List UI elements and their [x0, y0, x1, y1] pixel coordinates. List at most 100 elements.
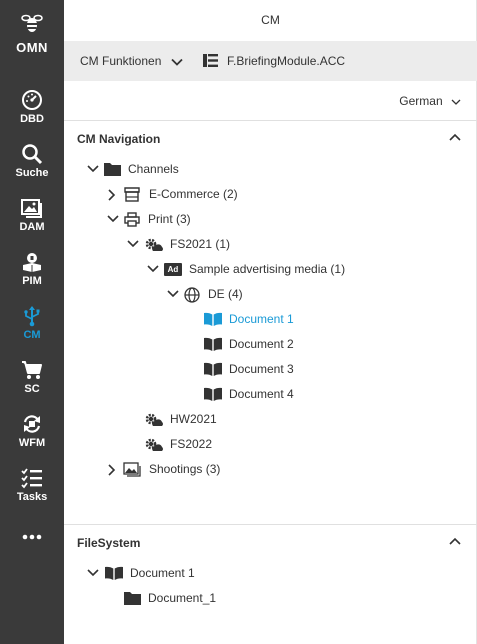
- tree-node-label: E-Commerce (2): [149, 187, 238, 201]
- chevron-up-icon[interactable]: [449, 133, 461, 141]
- chevron-down-icon[interactable]: [87, 568, 99, 578]
- tree-node-sample-advertising-media[interactable]: Ad Sample advertising media (1): [64, 257, 477, 282]
- tree-node-label: Shootings (3): [149, 462, 221, 476]
- sidebar-item-sc[interactable]: SC: [0, 359, 64, 395]
- chevron-down-icon[interactable]: [107, 214, 119, 224]
- sidebar-item-label: CM: [23, 329, 41, 341]
- bee-logo-icon: [21, 14, 43, 32]
- chevron-down-icon[interactable]: [87, 164, 99, 174]
- chevron-down-icon[interactable]: [127, 239, 139, 249]
- tree-node-label: Channels: [128, 162, 179, 176]
- sidebar-item-label: SC: [24, 383, 40, 395]
- gear-cloud-icon: [145, 413, 163, 426]
- checklist-icon: [21, 468, 42, 489]
- dashboard-gauge-icon: [22, 90, 42, 110]
- chevron-up-icon[interactable]: [449, 537, 461, 545]
- tree-node-hw2021[interactable]: HW2021: [64, 407, 477, 432]
- cm-functions-dropdown[interactable]: CM Funktionen: [80, 41, 183, 81]
- tree-node-label: Document 3: [229, 362, 294, 376]
- toolbar: CM Funktionen F.BriefingModule.ACC: [64, 41, 477, 81]
- tree-node-document-1[interactable]: Document 1: [64, 307, 477, 332]
- workflow-cycle-icon: [23, 415, 41, 433]
- folder-icon: [124, 592, 141, 605]
- sidebar-item-label: Tasks: [16, 491, 48, 503]
- more-dots-icon: [22, 534, 42, 540]
- language-row: German: [64, 81, 477, 121]
- printer-icon: [124, 212, 140, 227]
- sidebar-item-tasks[interactable]: Tasks: [0, 467, 64, 503]
- page-title: CM: [261, 13, 280, 27]
- tree-node-label: FS2022: [170, 437, 213, 451]
- tree-node-label: Document 1: [229, 312, 294, 326]
- book-open-icon: [105, 566, 123, 580]
- product-box-icon: [23, 253, 41, 272]
- book-open-icon: [204, 362, 222, 376]
- chevron-down-icon[interactable]: [167, 289, 179, 299]
- gear-cloud-icon: [145, 438, 163, 451]
- photo-gallery-icon: [123, 462, 141, 477]
- tree-node-ecommerce[interactable]: E-Commerce (2): [64, 182, 477, 207]
- sidebar-item-wfm[interactable]: WFM: [0, 413, 64, 449]
- tree-node-label: HW2021: [170, 412, 217, 426]
- chevron-down-icon: [171, 58, 183, 66]
- cm-navigation-title: CM Navigation: [77, 132, 161, 146]
- ad-badge-icon: Ad: [164, 263, 182, 276]
- sidebar-item-dam[interactable]: DAM: [0, 197, 64, 233]
- tree-node-label: Document 2: [229, 337, 294, 351]
- book-open-icon: [204, 312, 222, 326]
- filesystem-node-folder[interactable]: Document_1: [64, 586, 477, 611]
- language-selected: German: [399, 94, 443, 108]
- shopping-cart-icon: [22, 361, 42, 379]
- tree-node-fs2021[interactable]: FS2021 (1): [64, 232, 477, 257]
- chevron-down-icon[interactable]: [147, 264, 159, 274]
- chevron-down-icon: [451, 99, 461, 105]
- main-panel: CM CM Funktionen F.BriefingModule.ACC Ge…: [64, 0, 477, 644]
- tree-node-shootings[interactable]: Shootings (3): [64, 457, 477, 482]
- tree-node-label: FS2021 (1): [170, 237, 231, 251]
- book-open-icon: [204, 337, 222, 351]
- image-gallery-icon: [21, 199, 42, 218]
- sidebar-item-dbd[interactable]: DBD: [0, 89, 64, 125]
- cm-navigation-header: CM Navigation: [64, 121, 477, 157]
- tree-node-fs2022[interactable]: FS2022: [64, 432, 477, 457]
- sidebar-item-pim[interactable]: PIM: [0, 251, 64, 287]
- book-open-icon: [204, 387, 222, 401]
- sidebar-item-label: DBD: [20, 113, 44, 125]
- chevron-right-icon[interactable]: [107, 189, 117, 201]
- tree-node-label: Document 1: [130, 566, 195, 580]
- storefront-icon: [124, 187, 140, 202]
- cm-functions-label: CM Funktionen: [80, 54, 162, 68]
- sidebar-item-label: PIM: [22, 275, 42, 287]
- usb-connector-icon: [24, 306, 40, 327]
- tree-node-label: Document_1: [148, 591, 217, 605]
- language-select[interactable]: German: [399, 81, 461, 121]
- tree-node-channels[interactable]: Channels: [64, 157, 477, 182]
- filesystem-node-document-1[interactable]: Document 1: [64, 561, 477, 586]
- search-icon: [22, 144, 43, 165]
- filesystem-header: FileSystem: [64, 525, 477, 561]
- tree-node-document-3[interactable]: Document 3: [64, 357, 477, 382]
- folder-icon: [104, 163, 121, 176]
- gear-cloud-icon: [145, 238, 163, 251]
- tree-node-document-2[interactable]: Document 2: [64, 332, 477, 357]
- sidebar-item-label: DAM: [19, 221, 45, 233]
- tree-node-print[interactable]: Print (3): [64, 207, 477, 232]
- module-list-icon: [203, 54, 218, 68]
- omn-logo[interactable]: OMN: [0, 12, 64, 55]
- tree-node-de[interactable]: DE (4): [64, 282, 477, 307]
- sidebar-item-suche[interactable]: Suche: [0, 143, 64, 179]
- tree-node-document-4[interactable]: Document 4: [64, 382, 477, 407]
- module-label: F.BriefingModule.ACC: [227, 54, 346, 68]
- chevron-right-icon[interactable]: [107, 464, 117, 476]
- sidebar: OMN DBD Suche DAM PIM CM SC WFM Tasks: [0, 0, 64, 644]
- filesystem-title: FileSystem: [77, 536, 141, 550]
- sidebar-more-button[interactable]: [0, 532, 64, 542]
- tree-node-label: Print (3): [148, 212, 191, 226]
- tree-node-label: Document 4: [229, 387, 294, 401]
- globe-icon: [184, 287, 200, 303]
- sidebar-item-cm[interactable]: CM: [0, 305, 64, 341]
- sidebar-item-label: Suche: [15, 167, 49, 179]
- tree-node-label: DE (4): [208, 287, 243, 301]
- briefing-module-button[interactable]: F.BriefingModule.ACC: [203, 41, 345, 81]
- logo-text: OMN: [16, 40, 48, 55]
